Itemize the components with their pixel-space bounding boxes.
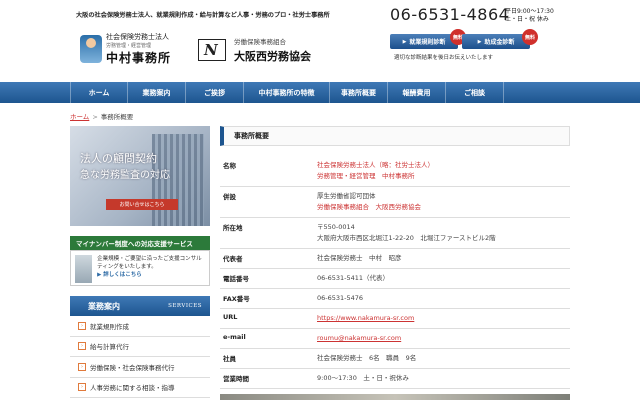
service-item-payroll[interactable]: › 給与計算代行 — [70, 337, 210, 357]
logo-line2: 労務管理・経営管理 — [106, 43, 152, 49]
nav-office-overview[interactable]: 事務所概要 — [330, 82, 388, 103]
business-hours-value: 9:00〜17:30 土・日・祝休み — [314, 368, 570, 389]
row-key: e-mail — [220, 328, 314, 349]
chevron-right-icon: › — [78, 362, 86, 371]
nav-consultation[interactable]: ご相談 — [446, 82, 504, 103]
subsidy-diagnosis-button[interactable]: ▶ 助成金診断 無料 — [462, 29, 538, 49]
employment-rules-diagnosis-button[interactable]: ▶ 就業規則診断 無料 — [390, 29, 466, 49]
phone-number[interactable]: 06-6531-4864 — [390, 5, 509, 24]
row-key: 所在地 — [220, 217, 314, 249]
mynumber-heading[interactable]: マイナンバー制度への対応支援サービス — [70, 236, 210, 250]
table-row: 所在地 〒550-0014 大阪府大阪市西区北堀江1-22-20 北堀江ファースト… — [220, 217, 570, 249]
arrow-right-icon: ▶ — [402, 38, 407, 45]
row-key: 代表者 — [220, 248, 314, 269]
fax-value: 06-6531-5476 — [314, 288, 570, 309]
mynumber-text: 企業規模・ご要望に沿ったご支援コンサルティングをいたします。 — [97, 256, 202, 270]
table-row: 電話番号 06-6531-5411（代表） — [220, 268, 570, 289]
email-link[interactable]: roumu@nakamura-sr.com — [317, 334, 401, 342]
row-key: 社員 — [220, 348, 314, 369]
nav-fees[interactable]: 報酬費用 — [388, 82, 446, 103]
table-row: URL https://www.nakamura-sr.com — [220, 308, 570, 329]
row-key: 名称 — [220, 156, 314, 187]
postal-code: 〒550-0014 — [317, 223, 355, 231]
services-title: 業務案内 — [88, 301, 120, 311]
business-hours: 平日9:00〜17:30 土・日・祝 休み — [505, 8, 554, 23]
banner-line2: 急な労務監査の対応 — [80, 170, 170, 181]
table-row: 名称 社会保険労務士法人（略：社労士法人） 労務管理・経営管理 中村事務所 — [220, 156, 570, 187]
table-row: FAX番号 06-6531-5476 — [220, 288, 570, 309]
mynumber-box[interactable]: 企業規模・ご要望に沿ったご支援コンサルティングをいたします。 ▶ 詳しくはこちら — [70, 250, 210, 286]
association-line1: 労働保険事務組合 — [234, 38, 286, 46]
row-key: 電話番号 — [220, 268, 314, 289]
row-key: 併設 — [220, 186, 314, 218]
free-badge: 無料 — [522, 29, 538, 45]
arrow-right-icon: ▶ — [477, 38, 482, 45]
breadcrumb-home-link[interactable]: ホーム — [70, 113, 89, 121]
staff-count: 社会保険労務士 6名 職員 9名 — [314, 348, 570, 369]
table-row: 代表者 社会保険労務士 中村 昭彦 — [220, 248, 570, 269]
chevron-right-icon: › — [78, 383, 86, 392]
diagnosis-note: 適切な診断結果を後日お伝えいたします — [394, 55, 494, 61]
office-logo[interactable]: 社会保険労務士法人 労務管理・経営管理 中村事務所 — [80, 32, 171, 66]
office-info-table: 名称 社会保険労務士法人（略：社労士法人） 労務管理・経営管理 中村事務所 併設 … — [220, 156, 570, 389]
nav-greeting[interactable]: ご挨拶 — [186, 82, 244, 103]
breadcrumb-separator: > — [92, 113, 98, 121]
nav-features[interactable]: 中村事務所の特徴 — [244, 82, 330, 103]
table-row: e-mail roumu@nakamura-sr.com — [220, 328, 570, 349]
mynumber-image — [75, 255, 93, 283]
row-key: URL — [220, 308, 314, 329]
address: 大阪府大阪市西区北堀江1-22-20 北堀江ファーストビル2階 — [317, 234, 496, 242]
service-item-consulting[interactable]: › 人事労務に関する相談・指導 — [70, 378, 210, 398]
affiliate-line1: 厚生労働省認可団体 — [317, 192, 376, 200]
mynumber-more-link[interactable]: 詳しくはこちら — [103, 272, 142, 278]
affiliate-line2[interactable]: 労働保険事務組合 大阪西労務協会 — [317, 202, 567, 213]
main-nav: ホーム 業務案内 ご挨拶 中村事務所の特徴 事務所概要 報酬費用 ご相談 — [0, 82, 640, 103]
breadcrumb: ホーム > 事務所概要 — [70, 111, 133, 121]
office-photo — [220, 394, 570, 400]
representative: 社会保険労務士 中村 昭彦 — [314, 248, 570, 269]
table-row: 社員 社会保険労務士 6名 職員 9名 — [220, 348, 570, 369]
table-row: 営業時間 9:00〜17:30 土・日・祝休み — [220, 368, 570, 389]
services-heading: 業務案内 SERVICES — [70, 296, 210, 316]
mascot-icon — [80, 35, 102, 63]
association-line2: 大阪西労務協会 — [234, 50, 311, 63]
services-list: › 就業規則作成 › 給与計算代行 › 労働保険・社会保険事務代行 › 人事労務に関する… — [70, 316, 210, 398]
phone-value: 06-6531-5411（代表） — [314, 268, 570, 289]
section-title: 事務所概要 — [220, 126, 570, 146]
logo-line1: 社会保険労務士法人 — [106, 33, 169, 41]
row-key: 営業時間 — [220, 368, 314, 389]
site-tagline: 大阪の社会保険労務士法人、就業規則作成・給与計算など人事・労務のプロ・社労士事務… — [76, 12, 330, 19]
service-item-employment-rules[interactable]: › 就業規則作成 — [70, 316, 210, 337]
association-mark-icon: N — [198, 39, 226, 61]
banner-contact-button[interactable]: お問い合せはこちら — [106, 199, 178, 210]
nav-services[interactable]: 業務案内 — [128, 82, 186, 103]
service-item-insurance[interactable]: › 労働保険・社会保険事務代行 — [70, 357, 210, 378]
website-link[interactable]: https://www.nakamura-sr.com — [317, 314, 414, 322]
breadcrumb-current: 事務所概要 — [100, 113, 134, 121]
chevron-right-icon: › — [78, 321, 86, 330]
office-name-line2[interactable]: 労務管理・経営管理 中村事務所 — [317, 171, 567, 182]
office-name-line1[interactable]: 社会保険労務士法人（略：社労士法人） — [317, 160, 567, 171]
logo-line3: 中村事務所 — [106, 51, 172, 65]
banner-line1: 法人の顧問契約 — [80, 152, 157, 165]
row-key: FAX番号 — [220, 288, 314, 309]
services-subtitle: SERVICES — [168, 303, 202, 309]
association-logo[interactable]: N 労働保険事務組合 大阪西労務協会 — [198, 36, 311, 64]
nav-home[interactable]: ホーム — [70, 82, 128, 103]
table-row: 併設 厚生労働省認可団体労働保険事務組合 大阪西労務協会 — [220, 186, 570, 218]
chevron-right-icon: › — [78, 342, 86, 351]
advisory-contract-banner[interactable]: 法人の顧問契約 急な労務監査の対応 お問い合せはこちら — [70, 126, 210, 226]
